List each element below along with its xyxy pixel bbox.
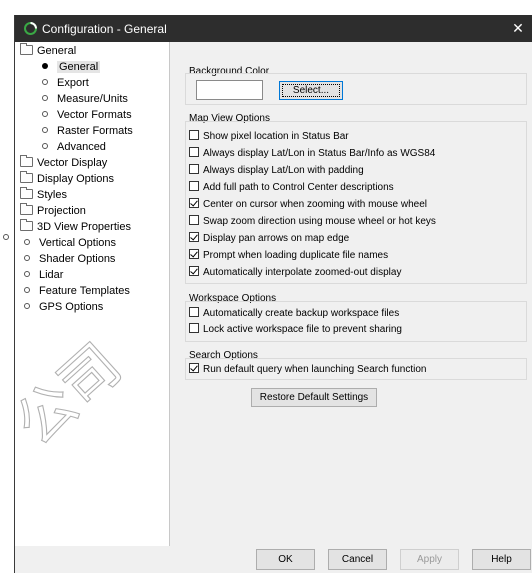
option-latlon-padding[interactable]: Always display Lat/Lon with padding xyxy=(189,164,364,178)
bullet-icon xyxy=(24,271,30,278)
background-bullet-icon xyxy=(3,234,9,240)
checkbox[interactable] xyxy=(189,147,199,158)
bullet-icon xyxy=(24,255,30,262)
option-run-default-query[interactable]: Run default query when launching Search … xyxy=(189,363,426,377)
bullet-icon xyxy=(24,303,30,310)
option-prompt-duplicate-names[interactable]: Prompt when loading duplicate file names xyxy=(189,249,388,263)
checkbox-checked[interactable] xyxy=(189,249,199,260)
option-swap-zoom-direction[interactable]: Swap zoom direction using mouse wheel or… xyxy=(189,215,436,229)
tree-item-raster-formats[interactable]: Raster Formats xyxy=(42,123,133,139)
configuration-dialog: Configuration - General ✕ General Genera… xyxy=(14,15,532,573)
folder-icon xyxy=(20,187,33,200)
background-window-glimpse xyxy=(0,230,14,250)
option-latlon-wgs84[interactable]: Always display Lat/Lon in Status Bar/Inf… xyxy=(189,147,435,161)
dialog-button-bar: OK Cancel Apply Help xyxy=(15,546,532,573)
checkbox-checked[interactable] xyxy=(189,198,199,209)
option-show-pixel-location[interactable]: Show pixel location in Status Bar xyxy=(189,130,349,144)
apply-button[interactable]: Apply xyxy=(400,549,459,570)
checkbox[interactable] xyxy=(189,215,199,226)
tree-item-3d-view-properties[interactable]: 3D View Properties xyxy=(20,219,131,235)
checkbox[interactable] xyxy=(189,130,199,141)
checkbox[interactable] xyxy=(189,307,199,318)
bullet-icon xyxy=(42,79,48,86)
tree-item-export[interactable]: Export xyxy=(42,75,89,91)
tree-item-display-options[interactable]: Display Options xyxy=(20,171,114,187)
option-interpolate-zoomed-out[interactable]: Automatically interpolate zoomed-out dis… xyxy=(189,266,401,280)
selected-bullet-icon xyxy=(42,63,48,70)
checkbox[interactable] xyxy=(189,164,199,175)
checkbox[interactable] xyxy=(189,323,199,334)
bullet-icon xyxy=(42,143,48,150)
bullet-icon xyxy=(24,287,30,294)
checkbox-checked[interactable] xyxy=(189,266,199,277)
settings-tree: General General Export Measure/Units Vec… xyxy=(15,42,170,546)
tree-item-shader-options[interactable]: Shader Options xyxy=(24,251,115,267)
folder-icon xyxy=(20,155,33,168)
settings-panel: Background Color Select... Map View Opti… xyxy=(170,42,532,546)
tree-item-feature-templates[interactable]: Feature Templates xyxy=(24,283,130,299)
bullet-icon xyxy=(42,95,48,102)
folder-icon xyxy=(20,219,33,232)
option-full-path-control-center[interactable]: Add full path to Control Center descript… xyxy=(189,181,394,195)
option-center-on-cursor[interactable]: Center on cursor when zooming with mouse… xyxy=(189,198,427,212)
tree-item-general-folder[interactable]: General xyxy=(20,43,76,59)
option-lock-workspace[interactable]: Lock active workspace file to prevent sh… xyxy=(189,323,402,337)
select-color-button[interactable]: Select... xyxy=(279,81,343,100)
bullet-icon xyxy=(24,239,30,246)
close-icon[interactable]: ✕ xyxy=(503,15,532,42)
option-backup-workspace[interactable]: Automatically create backup workspace fi… xyxy=(189,307,399,321)
folder-icon xyxy=(20,171,33,184)
tree-item-styles[interactable]: Styles xyxy=(20,187,67,203)
bullet-icon xyxy=(42,111,48,118)
tree-item-lidar[interactable]: Lidar xyxy=(24,267,63,283)
bullet-icon xyxy=(42,127,48,134)
restore-defaults-button[interactable]: Restore Default Settings xyxy=(251,388,377,407)
tree-item-vector-display[interactable]: Vector Display xyxy=(20,155,107,171)
title-bar: Configuration - General ✕ xyxy=(15,15,532,42)
ok-button[interactable]: OK xyxy=(256,549,315,570)
window-title: Configuration - General xyxy=(42,22,167,36)
cancel-button[interactable]: Cancel xyxy=(328,549,387,570)
tree-item-vector-formats[interactable]: Vector Formats xyxy=(42,107,132,123)
folder-icon xyxy=(20,43,33,56)
help-button[interactable]: Help xyxy=(472,549,531,570)
tree-item-general[interactable]: General xyxy=(42,59,101,75)
tree-item-projection[interactable]: Projection xyxy=(20,203,86,219)
option-display-pan-arrows[interactable]: Display pan arrows on map edge xyxy=(189,232,349,246)
checkbox-checked[interactable] xyxy=(189,363,199,374)
tree-item-advanced[interactable]: Advanced xyxy=(42,139,106,155)
tree-item-gps-options[interactable]: GPS Options xyxy=(24,299,103,315)
checkbox-checked[interactable] xyxy=(189,232,199,243)
checkbox[interactable] xyxy=(189,181,199,192)
folder-icon xyxy=(20,203,33,216)
tree-item-vertical-options[interactable]: Vertical Options xyxy=(24,235,116,251)
app-logo-icon xyxy=(24,22,37,35)
tree-item-measure-units[interactable]: Measure/Units xyxy=(42,91,128,107)
background-color-swatch[interactable] xyxy=(196,80,263,100)
